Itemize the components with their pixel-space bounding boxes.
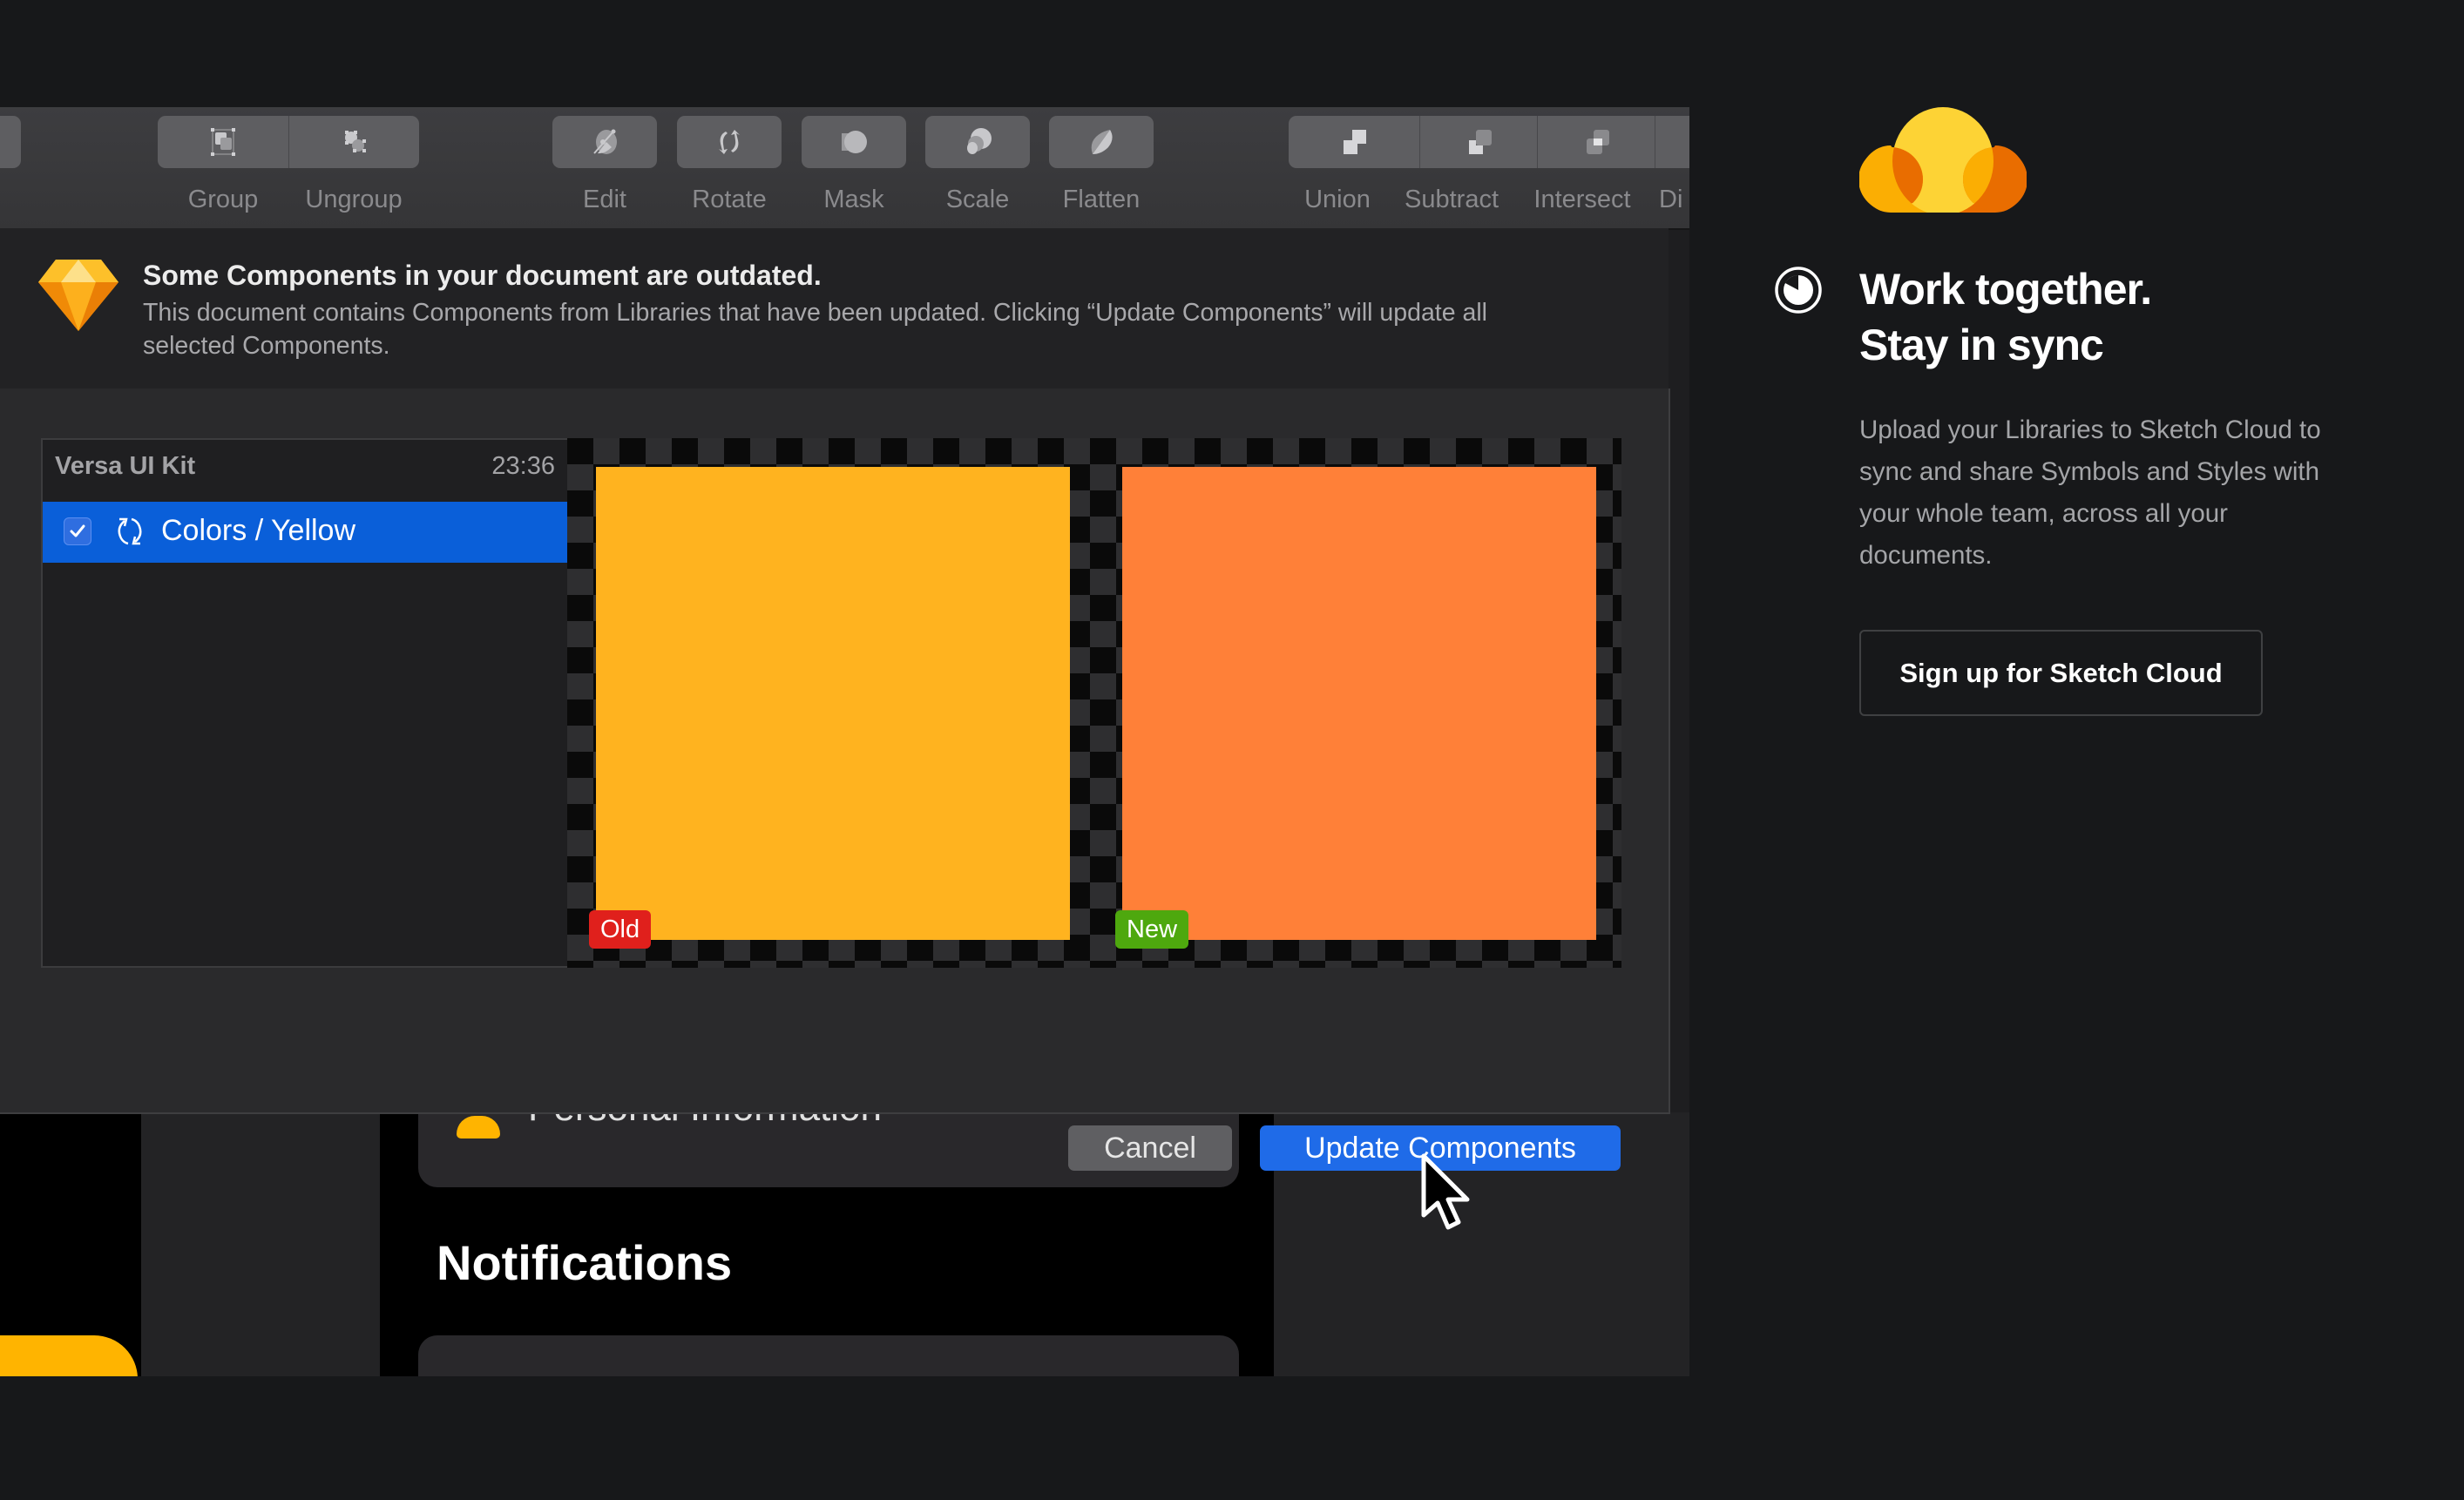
alert-header: Some Components in your document are out… bbox=[0, 228, 1669, 390]
union-button[interactable] bbox=[1289, 116, 1419, 168]
ungroup-icon bbox=[345, 131, 366, 152]
component-name: Colors / Yellow bbox=[161, 514, 356, 547]
subtract-label: Subtract bbox=[1405, 186, 1499, 213]
toolbar-button-partial[interactable] bbox=[0, 116, 21, 168]
checkmark-icon bbox=[70, 524, 85, 537]
toolbar: Group Ungroup Edit Rotate Mask Scale Fla… bbox=[0, 107, 1689, 230]
sync-clock-icon bbox=[1775, 267, 1822, 314]
ungroup-label: Ungroup bbox=[305, 186, 403, 213]
rotate-button[interactable] bbox=[677, 116, 782, 168]
old-color-swatch bbox=[596, 467, 1070, 940]
mask-button[interactable] bbox=[802, 116, 906, 168]
flatten-button[interactable] bbox=[1049, 116, 1154, 168]
alert-title: Some Components in your document are out… bbox=[143, 260, 822, 291]
person-icon bbox=[457, 1116, 500, 1139]
sketch-logo-icon bbox=[38, 260, 118, 331]
edit-icon bbox=[593, 129, 617, 154]
mask-icon bbox=[842, 131, 867, 153]
union-label: Union bbox=[1304, 186, 1371, 213]
promo-heading: Work together. Stay in sync bbox=[1859, 261, 2152, 373]
subtract-button[interactable] bbox=[1419, 116, 1538, 168]
old-tag: Old bbox=[589, 910, 652, 949]
flatten-label: Flatten bbox=[1062, 186, 1141, 213]
update-components-dialog: Versa UI Kit 23:36 Colors / Yellow Old N… bbox=[0, 389, 1670, 1171]
union-icon bbox=[1344, 130, 1366, 154]
component-checkbox[interactable] bbox=[64, 517, 91, 545]
yellow-tab-shape bbox=[0, 1335, 138, 1376]
edit-button[interactable] bbox=[552, 116, 657, 168]
alert-message: This document contains Components from L… bbox=[143, 299, 1488, 360]
components-list: Versa UI Kit 23:36 Colors / Yellow bbox=[41, 438, 567, 968]
difference-label: Di bbox=[1659, 186, 1683, 213]
library-updated-time: 23:36 bbox=[491, 452, 555, 480]
sketch-cloud-icon bbox=[1859, 107, 2027, 213]
mask-label: Mask bbox=[823, 186, 884, 213]
difference-button[interactable] bbox=[1655, 116, 1689, 168]
new-color-swatch bbox=[1122, 467, 1596, 940]
group-icon bbox=[211, 128, 235, 156]
ungroup-button[interactable] bbox=[288, 116, 420, 168]
group-button-set bbox=[158, 116, 419, 168]
sign-up-sketch-cloud-button[interactable]: Sign up for Sketch Cloud bbox=[1859, 630, 2263, 716]
promo-heading-line1: Work together. bbox=[1859, 265, 2152, 314]
boolean-ops-set bbox=[1289, 116, 1689, 168]
cancel-button[interactable]: Cancel bbox=[1068, 1125, 1232, 1171]
library-name: Versa UI Kit bbox=[55, 452, 196, 480]
group-button[interactable] bbox=[158, 116, 288, 168]
canvas-gap bbox=[141, 1112, 380, 1376]
new-tag: New bbox=[1115, 910, 1189, 949]
promo-heading-line2: Stay in sync bbox=[1859, 321, 2104, 369]
scale-button[interactable] bbox=[925, 116, 1030, 168]
subtract-icon bbox=[1468, 130, 1492, 154]
scale-label: Scale bbox=[945, 186, 1010, 213]
rotate-icon bbox=[719, 130, 740, 154]
mouse-cursor-icon bbox=[1421, 1153, 1470, 1230]
intersect-label: Intersect bbox=[1533, 186, 1631, 213]
group-label: Group bbox=[187, 186, 259, 213]
intersect-icon bbox=[1586, 130, 1609, 154]
scale-icon bbox=[967, 128, 992, 154]
promo-description: Upload your Libraries to Sketch Cloud to… bbox=[1859, 416, 2321, 570]
sync-icon bbox=[118, 517, 142, 545]
flatten-icon bbox=[1091, 130, 1113, 154]
notification-row[interactable] bbox=[418, 1335, 1239, 1376]
edit-label: Edit bbox=[583, 186, 626, 213]
rotate-label: Rotate bbox=[692, 186, 767, 213]
component-preview: Old New bbox=[567, 438, 1621, 968]
sketch-app-frame: Personal Information Notifications bbox=[0, 107, 1689, 1376]
intersect-button[interactable] bbox=[1537, 116, 1655, 168]
section-title: Notifications bbox=[437, 1235, 733, 1290]
list-item[interactable]: Colors / Yellow bbox=[43, 502, 567, 563]
